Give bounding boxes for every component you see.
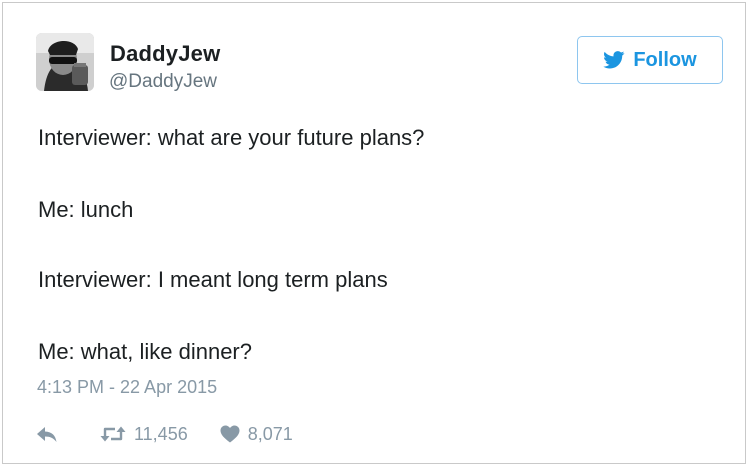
follow-button[interactable]: Follow — [577, 36, 723, 84]
like-count: 8,071 — [247, 423, 293, 444]
tweet-actions: 11,456 8,071 — [36, 421, 293, 447]
tweet-line: Interviewer: what are your future plans? — [38, 125, 425, 150]
tweet-line: Me: what, like dinner? — [38, 339, 252, 364]
twitter-bird-icon — [603, 51, 625, 69]
retweet-button[interactable]: 11,456 — [100, 424, 188, 445]
retweet-icon — [100, 425, 126, 443]
like-button[interactable]: 8,071 — [220, 424, 293, 445]
heart-icon — [220, 425, 240, 443]
username[interactable]: @DaddyJew — [109, 71, 217, 93]
retweet-count: 11,456 — [134, 423, 188, 444]
reply-button[interactable] — [36, 425, 58, 443]
avatar[interactable] — [36, 33, 94, 91]
follow-label: Follow — [633, 48, 697, 71]
display-name[interactable]: DaddyJew — [110, 41, 220, 67]
reply-icon — [36, 425, 58, 443]
timestamp[interactable]: 4:13 PM - 22 Apr 2015 — [37, 377, 217, 398]
tweet-line: Interviewer: I meant long term plans — [38, 267, 388, 292]
tweet-line: Me: lunch — [38, 197, 134, 222]
tweet-card: DaddyJew @DaddyJew Follow Interviewer: w… — [2, 2, 746, 464]
